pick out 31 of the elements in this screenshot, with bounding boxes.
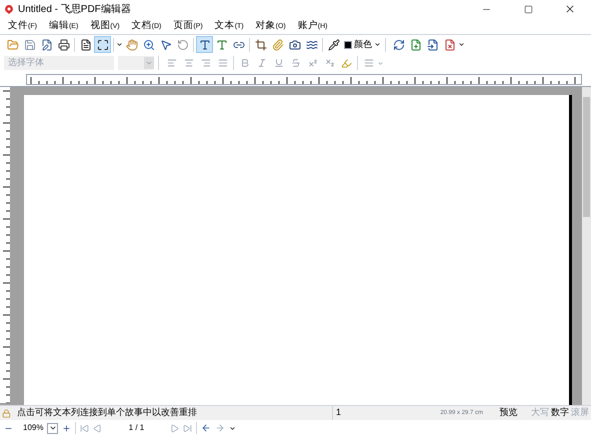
zoom-in-icon[interactable] <box>62 424 72 432</box>
first-page-icon[interactable] <box>80 424 90 432</box>
key-indicator: 滚屏 <box>571 406 589 420</box>
back-icon[interactable] <box>201 423 212 433</box>
key-indicator: 数字 <box>551 406 569 420</box>
last-page-icon[interactable] <box>183 424 192 432</box>
view-mode: 预览 <box>498 406 518 420</box>
page-number: 1 <box>332 406 440 420</box>
zoom-dropdown-icon[interactable] <box>48 424 57 432</box>
lock-icon <box>2 408 11 418</box>
caret-icon <box>145 59 153 67</box>
app-logo-icon <box>4 4 14 14</box>
key-indicator: 大写 <box>531 406 549 420</box>
close-icon[interactable] <box>564 3 576 15</box>
status-hint: 点击可将文本列连接到单个故事中以改善重排 <box>16 406 198 420</box>
page-indicator: 1 / 1 <box>128 422 146 434</box>
forward-icon[interactable] <box>215 423 226 433</box>
fit-page-icon[interactable] <box>94 36 111 53</box>
dropdown-icon[interactable] <box>116 41 123 48</box>
dropdown-icon[interactable] <box>458 41 465 48</box>
dropdown-icon[interactable] <box>374 41 381 48</box>
window-title: Untitled - 飞思PDF编辑器 <box>18 2 131 16</box>
dropdown-icon[interactable] <box>229 424 236 432</box>
text-icon[interactable] <box>196 36 213 53</box>
maximize-icon[interactable] <box>524 4 532 14</box>
vertical-scrollbar[interactable] <box>582 87 591 405</box>
color-picker[interactable]: 颜色 <box>342 36 374 53</box>
font-size-field[interactable] <box>118 56 154 70</box>
next-page-icon[interactable] <box>170 424 180 432</box>
zoom-level: 109% <box>23 422 44 434</box>
previous-page-icon[interactable] <box>93 424 102 432</box>
